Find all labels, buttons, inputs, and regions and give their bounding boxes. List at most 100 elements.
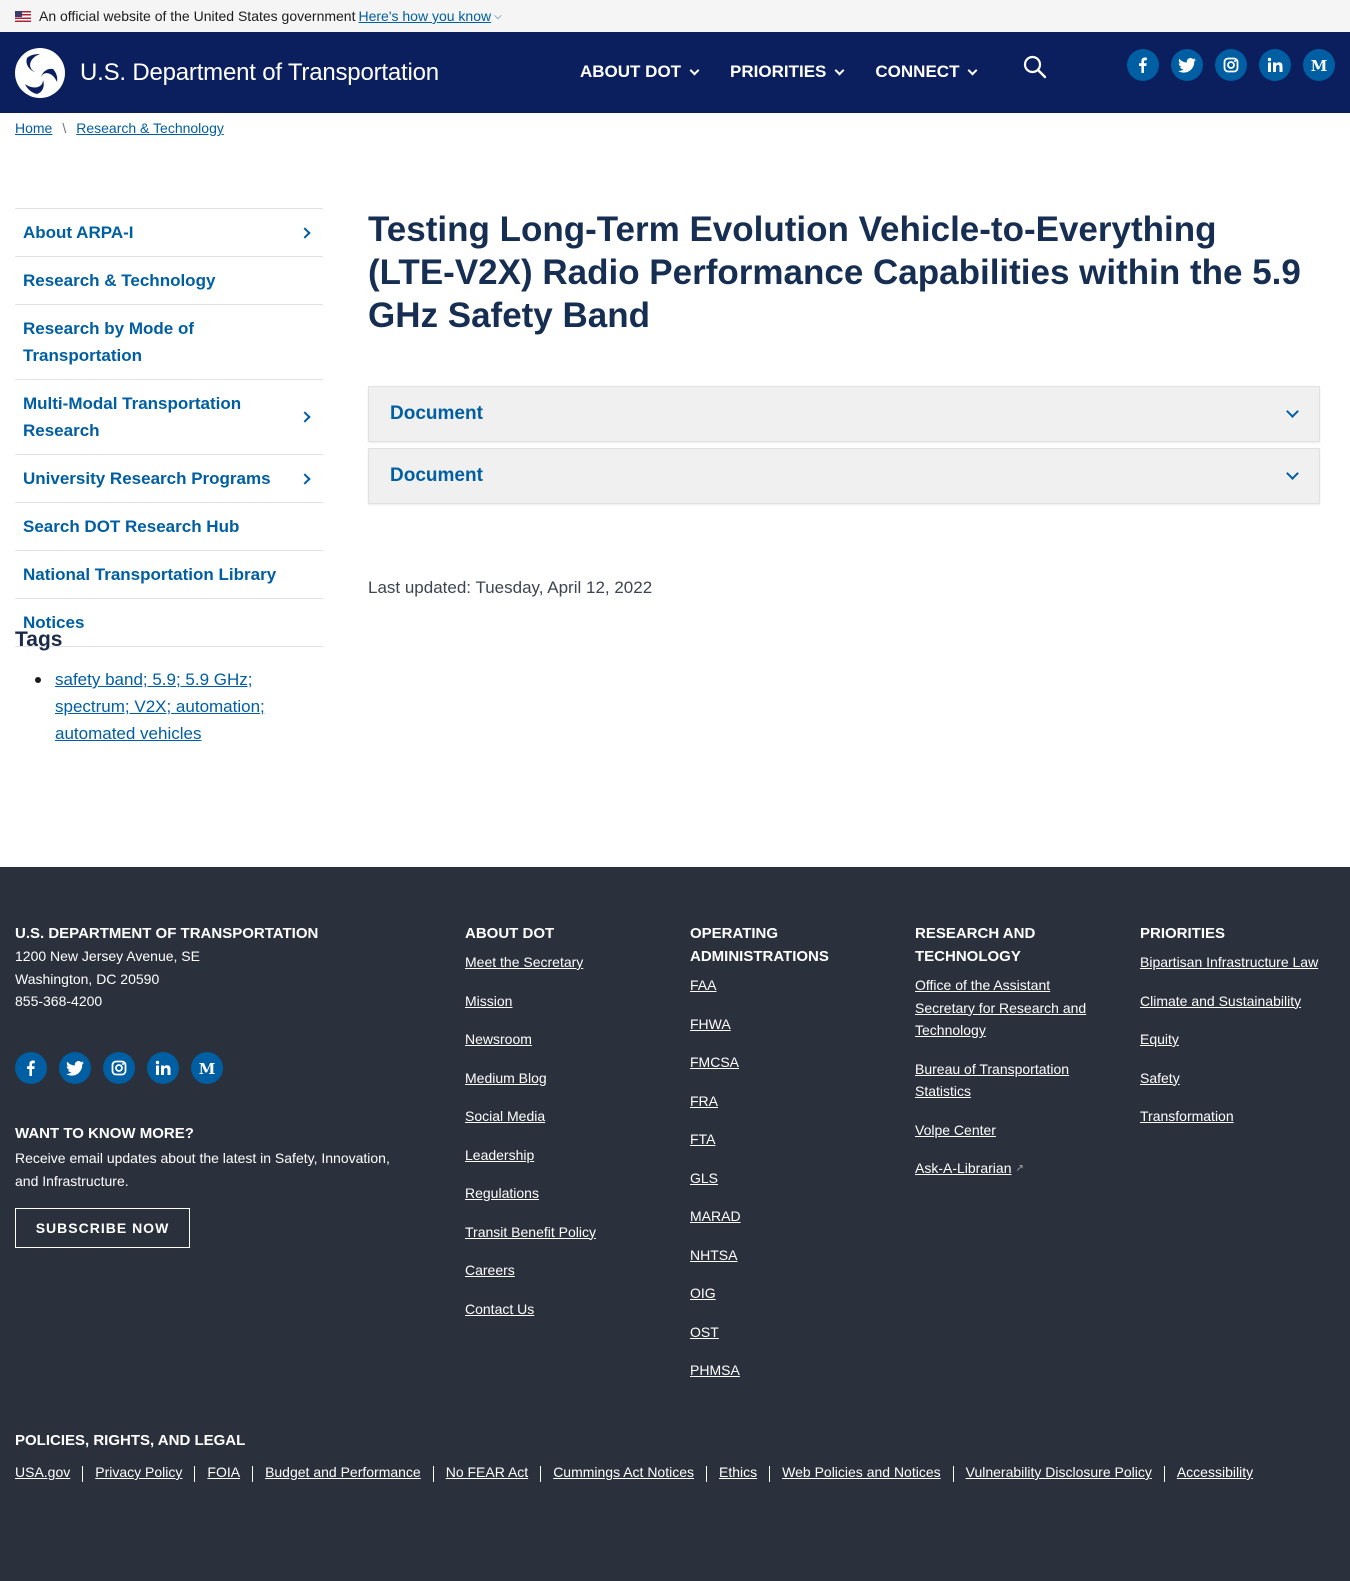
- breadcrumb-research-technology[interactable]: Research & Technology: [76, 120, 224, 136]
- policy-link[interactable]: Cummings Act Notices: [553, 1464, 694, 1482]
- policy-link[interactable]: Web Policies and Notices: [782, 1464, 940, 1482]
- footer-link[interactable]: Meet the Secretary: [465, 951, 665, 974]
- footer-link[interactable]: MARAD: [690, 1205, 850, 1228]
- footer-link[interactable]: PHMSA: [690, 1359, 850, 1382]
- footer-link[interactable]: FMCSA: [690, 1051, 850, 1074]
- footer-col-heading: RESEARCH AND TECHNOLOGY: [915, 925, 1036, 965]
- linkedin-icon[interactable]: [147, 1052, 179, 1084]
- sidebar-item-label: About ARPA-I: [23, 223, 134, 242]
- instagram-icon[interactable]: [103, 1052, 135, 1084]
- footer-link[interactable]: FRA: [690, 1090, 850, 1113]
- medium-icon[interactable]: M: [1303, 49, 1335, 81]
- chevron-down-icon: [968, 65, 978, 76]
- policy-link[interactable]: Budget and Performance: [265, 1464, 421, 1482]
- policy-link[interactable]: No FEAR Act: [446, 1464, 528, 1482]
- footer-link[interactable]: Contact Us: [465, 1298, 665, 1321]
- policies-links: USA.gov Privacy Policy FOIA Budget and P…: [15, 1464, 1253, 1482]
- instagram-icon[interactable]: [1215, 49, 1247, 81]
- footer-link[interactable]: Mission: [465, 990, 665, 1013]
- sidebar-nav: About ARPA-I Research & Technology Resea…: [15, 208, 323, 647]
- sidebar-item-about-arpa-i[interactable]: About ARPA-I: [15, 209, 323, 257]
- footer-link[interactable]: FHWA: [690, 1013, 850, 1036]
- facebook-icon[interactable]: [15, 1052, 47, 1084]
- policy-link[interactable]: Vulnerability Disclosure Policy: [966, 1464, 1152, 1482]
- sidebar-item-research-technology[interactable]: Research & Technology: [15, 257, 323, 305]
- nav-about-dot[interactable]: ABOUT DOT: [580, 62, 700, 82]
- footer-link[interactable]: Equity: [1140, 1028, 1340, 1051]
- policy-link[interactable]: Privacy Policy: [95, 1464, 182, 1482]
- chevron-down-icon[interactable]: ⌵: [494, 11, 502, 22]
- breadcrumb-home[interactable]: Home: [15, 120, 52, 136]
- policy-link[interactable]: FOIA: [207, 1464, 240, 1482]
- footer-link[interactable]: Transformation: [1140, 1105, 1340, 1128]
- tag-link[interactable]: safety band; 5.9; 5.9 GHz; spectrum; V2X…: [55, 670, 265, 743]
- footer-link[interactable]: Bureau of Transportation Statistics: [915, 1058, 1105, 1103]
- footer-address-line2: Washington, DC 20590: [15, 970, 160, 987]
- search-icon[interactable]: [1022, 54, 1048, 80]
- footer-col-heading: ABOUT DOT: [465, 925, 555, 942]
- nav-label: CONNECT: [875, 62, 960, 81]
- chevron-down-icon: [1286, 467, 1299, 480]
- footer-link[interactable]: Medium Blog: [465, 1067, 665, 1090]
- chevron-right-icon[interactable]: [299, 411, 311, 423]
- footer-col-heading: OPERATING ADMINISTRATIONS: [690, 925, 829, 965]
- site-logo[interactable]: U.S. Department of Transportation: [15, 48, 439, 98]
- site-name: U.S. Department of Transportation: [80, 59, 439, 86]
- nav-connect[interactable]: CONNECT: [875, 62, 978, 82]
- accordion-document-1[interactable]: Document: [368, 386, 1320, 442]
- nav-priorities[interactable]: PRIORITIES: [730, 62, 845, 82]
- footer-links: Bipartisan Infrastructure Law Climate an…: [1140, 951, 1340, 1128]
- accordion-document-2[interactable]: Document: [368, 448, 1320, 504]
- nav-label: ABOUT DOT: [580, 62, 682, 81]
- footer-link[interactable]: Office of the Assistant Secretary for Re…: [915, 974, 1105, 1042]
- footer-col-priorities: PRIORITIES Bipartisan Infrastructure Law…: [1140, 922, 1340, 1144]
- breadcrumb-separator: \: [62, 120, 67, 136]
- heres-how-you-know-link[interactable]: Here's how you know: [358, 8, 491, 24]
- chevron-right-icon[interactable]: [299, 472, 311, 485]
- divider: [1163, 1466, 1165, 1482]
- twitter-icon[interactable]: [1171, 49, 1203, 81]
- subscribe-button[interactable]: SUBSCRIBE NOW: [15, 1208, 190, 1248]
- sidebar-item-multi-modal[interactable]: Multi-Modal Transportation Research: [15, 380, 323, 455]
- footer-link[interactable]: Social Media: [465, 1105, 665, 1128]
- medium-icon[interactable]: M: [191, 1052, 223, 1084]
- footer-social-links: M: [15, 1052, 235, 1084]
- site-header: U.S. Department of Transportation ABOUT …: [0, 32, 1350, 113]
- chevron-right-icon[interactable]: [299, 226, 311, 239]
- footer-link[interactable]: Bipartisan Infrastructure Law: [1140, 951, 1340, 974]
- policy-link[interactable]: Ethics: [719, 1464, 757, 1482]
- footer-link[interactable]: OIG: [690, 1282, 850, 1305]
- footer-link[interactable]: Climate and Sustainability: [1140, 990, 1340, 1013]
- footer-link[interactable]: FTA: [690, 1128, 850, 1151]
- facebook-icon[interactable]: [1127, 49, 1159, 81]
- footer-link[interactable]: Leadership: [465, 1144, 665, 1167]
- footer-link[interactable]: Volpe Center: [915, 1119, 1105, 1142]
- svg-text:M: M: [1311, 58, 1328, 73]
- sidebar-item-research-by-mode[interactable]: Research by Mode of Transportation: [15, 305, 323, 380]
- sidebar-item-national-transportation-library[interactable]: National Transportation Library: [15, 551, 323, 599]
- footer-link[interactable]: Regulations: [465, 1182, 665, 1205]
- tags-heading: Tags: [15, 628, 63, 651]
- footer-link[interactable]: Newsroom: [465, 1028, 665, 1051]
- footer-link[interactable]: OST: [690, 1321, 850, 1344]
- list-bullet: [35, 677, 41, 683]
- footer-link[interactable]: Ask-A-Librarian: [915, 1157, 1011, 1180]
- footer-link[interactable]: Safety: [1140, 1067, 1340, 1090]
- footer-link[interactable]: Careers: [465, 1259, 665, 1282]
- main-nav: ABOUT DOT PRIORITIES CONNECT: [580, 62, 1008, 82]
- twitter-icon[interactable]: [59, 1052, 91, 1084]
- sidebar-item-search-research-hub[interactable]: Search DOT Research Hub: [15, 503, 323, 551]
- footer-link[interactable]: Transit Benefit Policy: [465, 1221, 665, 1244]
- policy-link[interactable]: Accessibility: [1177, 1464, 1253, 1482]
- footer-link[interactable]: GLS: [690, 1167, 850, 1190]
- footer-phone: 855-368-4200: [15, 993, 103, 1009]
- divider: [952, 1466, 954, 1482]
- us-flag-icon: [15, 10, 31, 22]
- policies-heading: POLICIES, RIGHTS, AND LEGAL: [15, 1432, 246, 1449]
- footer-link[interactable]: NHTSA: [690, 1244, 850, 1267]
- footer-link[interactable]: FAA: [690, 974, 850, 997]
- footer-links: FAA FHWA FMCSA FRA FTA GLS MARAD NHTSA O…: [690, 974, 850, 1382]
- linkedin-icon[interactable]: [1259, 49, 1291, 81]
- policy-link[interactable]: USA.gov: [15, 1464, 70, 1482]
- sidebar-item-university-research[interactable]: University Research Programs: [15, 455, 323, 503]
